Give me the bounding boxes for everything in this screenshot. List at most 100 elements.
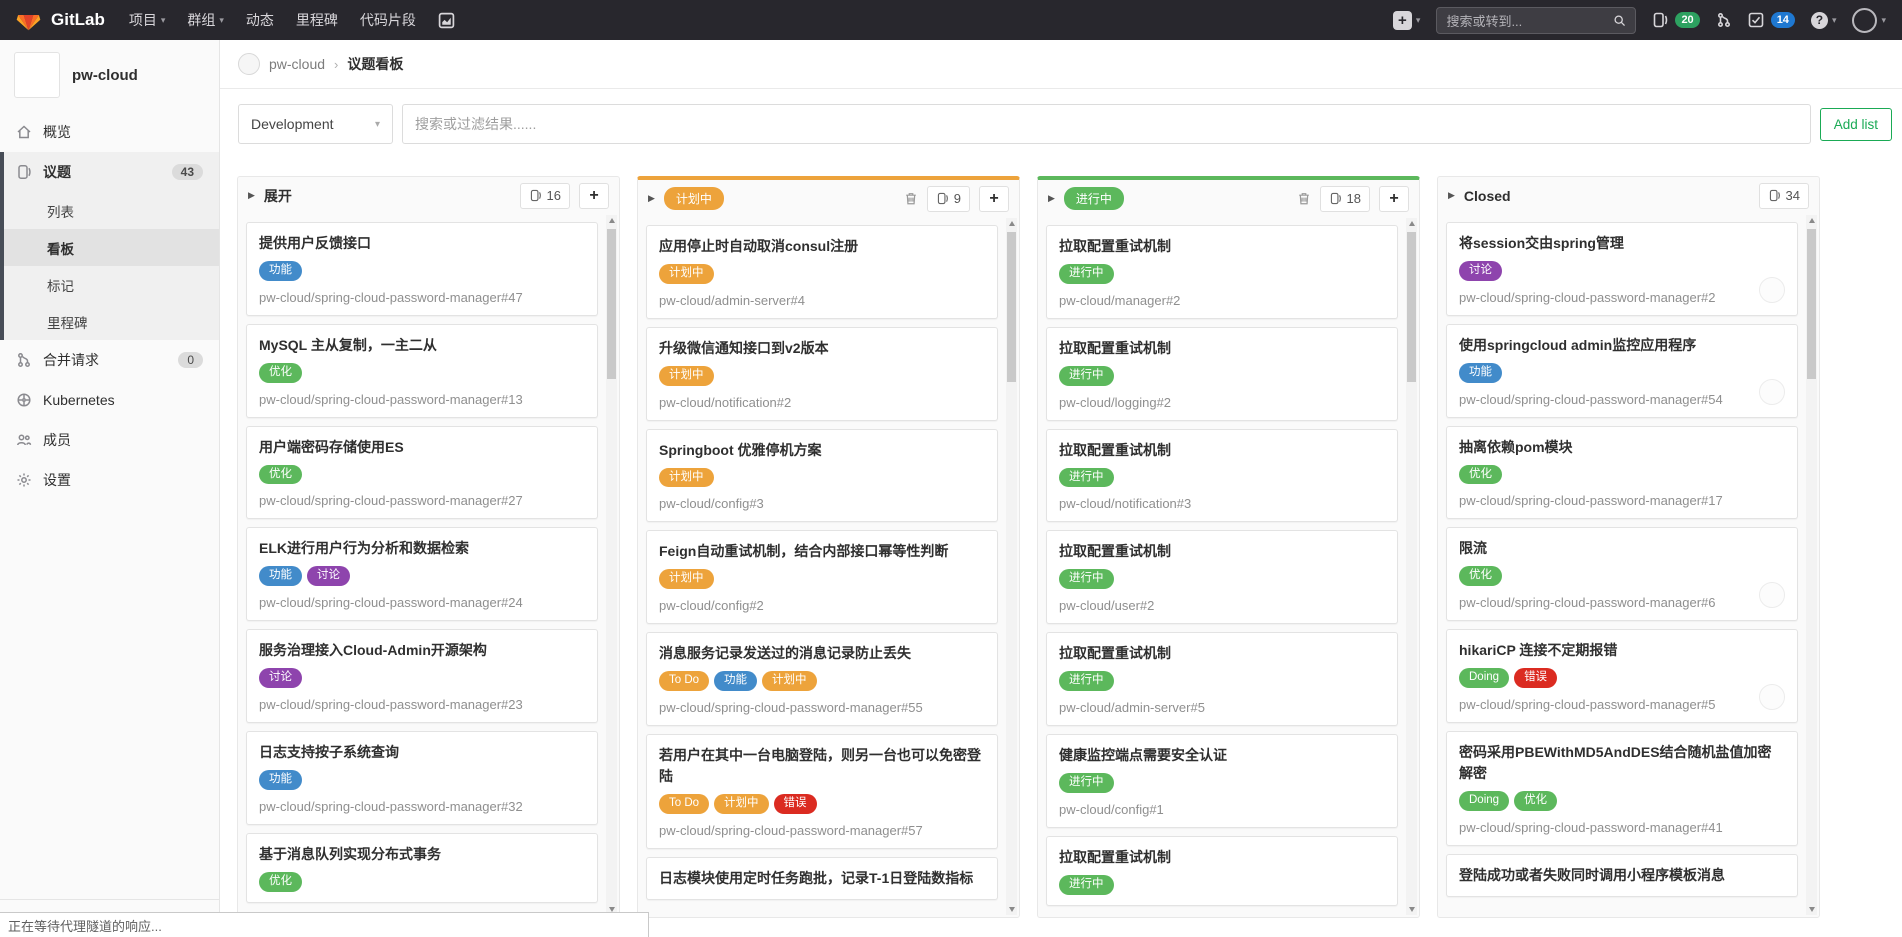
- global-search-input[interactable]: 搜索或转到...: [1436, 7, 1636, 34]
- board-card[interactable]: 服务治理接入Cloud-Admin开源架构 讨论 pw-cloud/spring…: [246, 629, 598, 723]
- card-assignee-avatar[interactable]: [1759, 277, 1785, 303]
- card-label[interactable]: 进行中: [1059, 366, 1114, 386]
- card-label[interactable]: 进行中: [1059, 264, 1114, 284]
- scroll-down-icon[interactable]: [1006, 904, 1017, 915]
- add-issue-button[interactable]: +: [1379, 186, 1409, 212]
- project-header[interactable]: pw-cloud: [0, 40, 219, 112]
- board-card[interactable]: 拉取配置重试机制 进行中: [1046, 836, 1398, 906]
- board-card[interactable]: Springboot 优雅停机方案 计划中 pw-cloud/config#3: [646, 429, 998, 523]
- scroll-up-icon[interactable]: [606, 215, 617, 226]
- breadcrumb-project-link[interactable]: pw-cloud: [269, 56, 325, 72]
- board-card[interactable]: 抽离依赖pom模块 优化 pw-cloud/spring-cloud-passw…: [1446, 426, 1798, 520]
- scroll-down-icon[interactable]: [1406, 904, 1417, 915]
- card-label[interactable]: 功能: [1459, 363, 1502, 383]
- board-card[interactable]: 健康监控端点需要安全认证 进行中 pw-cloud/config#1: [1046, 734, 1398, 828]
- board-card[interactable]: 密码采用PBEWithMD5AndDES结合随机盐值加密解密 Doing优化 p…: [1446, 731, 1798, 846]
- board-card[interactable]: 应用停止时自动取消consul注册 计划中 pw-cloud/admin-ser…: [646, 225, 998, 319]
- card-label[interactable]: 进行中: [1059, 773, 1114, 793]
- collapse-column-icon[interactable]: ▶: [1048, 193, 1055, 204]
- sidebar-item-milestones[interactable]: 里程碑: [4, 303, 219, 340]
- scrollbar-thumb[interactable]: [1007, 232, 1016, 382]
- scroll-down-icon[interactable]: [1806, 904, 1817, 915]
- nav-snippets[interactable]: 代码片段: [360, 10, 416, 30]
- board-card[interactable]: 拉取配置重试机制 进行中 pw-cloud/logging#2: [1046, 327, 1398, 421]
- card-label[interactable]: 错误: [1514, 668, 1557, 688]
- scroll-up-icon[interactable]: [1406, 218, 1417, 229]
- charts-icon[interactable]: [438, 12, 455, 29]
- board-card[interactable]: 拉取配置重试机制 进行中 pw-cloud/manager#2: [1046, 225, 1398, 319]
- board-card[interactable]: 日志模块使用定时任务跑批，记录T-1日登陆数指标: [646, 857, 998, 900]
- new-menu-button[interactable]: + ▾: [1393, 11, 1421, 30]
- card-label[interactable]: 功能: [714, 671, 757, 691]
- collapse-column-icon[interactable]: ▶: [1448, 190, 1455, 201]
- card-label[interactable]: To Do: [659, 671, 709, 691]
- card-label[interactable]: 进行中: [1059, 468, 1114, 488]
- board-card[interactable]: 升级微信通知接口到v2版本 计划中 pw-cloud/notification#…: [646, 327, 998, 421]
- sidebar-item-settings[interactable]: 设置: [0, 460, 219, 500]
- card-label[interactable]: 计划中: [659, 264, 714, 284]
- column-scrollbar[interactable]: [1406, 218, 1417, 915]
- sidebar-item-issue-list[interactable]: 列表: [4, 192, 219, 229]
- navbar-issues-button[interactable]: 20: [1652, 12, 1699, 28]
- card-label[interactable]: 进行中: [1059, 875, 1114, 895]
- card-label[interactable]: 计划中: [762, 671, 817, 691]
- card-label[interactable]: 功能: [259, 566, 302, 586]
- scrollbar-thumb[interactable]: [1407, 232, 1416, 382]
- nav-groups[interactable]: 群组 ▾: [187, 10, 224, 30]
- navbar-merge-requests-button[interactable]: [1716, 12, 1732, 28]
- board-card[interactable]: 提供用户反馈接口 功能 pw-cloud/spring-cloud-passwo…: [246, 222, 598, 316]
- card-label[interactable]: 错误: [774, 794, 817, 814]
- sidebar-item-kubernetes[interactable]: Kubernetes: [0, 380, 219, 420]
- scroll-up-icon[interactable]: [1006, 218, 1017, 229]
- card-label[interactable]: 讨论: [259, 668, 302, 688]
- card-label[interactable]: 计划中: [659, 468, 714, 488]
- card-label[interactable]: Doing: [1459, 791, 1509, 811]
- collapse-column-icon[interactable]: ▶: [648, 193, 655, 204]
- scrollbar-thumb[interactable]: [1807, 229, 1816, 379]
- add-list-button[interactable]: Add list: [1820, 108, 1892, 141]
- collapse-column-icon[interactable]: ▶: [248, 190, 255, 201]
- board-card[interactable]: 基于消息队列实现分布式事务 优化: [246, 833, 598, 903]
- board-card[interactable]: 使用springcloud admin监控应用程序 功能 pw-cloud/sp…: [1446, 324, 1798, 418]
- gitlab-logo-icon[interactable]: [16, 8, 41, 33]
- nav-projects[interactable]: 项目 ▾: [129, 10, 166, 30]
- board-card[interactable]: ELK进行用户行为分析和数据检索 功能讨论 pw-cloud/spring-cl…: [246, 527, 598, 621]
- card-label[interactable]: 功能: [259, 770, 302, 790]
- board-card[interactable]: 用户端密码存储使用ES 优化 pw-cloud/spring-cloud-pas…: [246, 426, 598, 520]
- board-card[interactable]: 登陆成功或者失败同时调用小程序模板消息: [1446, 854, 1798, 897]
- card-label[interactable]: 优化: [1459, 566, 1502, 586]
- card-assignee-avatar[interactable]: [1759, 379, 1785, 405]
- nav-activity[interactable]: 动态: [246, 10, 274, 30]
- column-scrollbar[interactable]: [1006, 218, 1017, 915]
- card-label[interactable]: 讨论: [1459, 261, 1502, 281]
- scrollbar-thumb[interactable]: [607, 229, 616, 379]
- board-filter-input[interactable]: [402, 104, 1811, 144]
- card-assignee-avatar[interactable]: [1759, 684, 1785, 710]
- delete-list-icon[interactable]: [1297, 191, 1311, 206]
- card-label[interactable]: To Do: [659, 794, 709, 814]
- board-card[interactable]: Feign自动重试机制，结合内部接口幂等性判断 计划中 pw-cloud/con…: [646, 530, 998, 624]
- card-label[interactable]: 计划中: [659, 569, 714, 589]
- board-card[interactable]: 限流 优化 pw-cloud/spring-cloud-password-man…: [1446, 527, 1798, 621]
- add-issue-button[interactable]: +: [579, 183, 609, 209]
- scroll-up-icon[interactable]: [1806, 215, 1817, 226]
- board-card[interactable]: MySQL 主从复制，一主二从 优化 pw-cloud/spring-cloud…: [246, 324, 598, 418]
- navbar-todos-button[interactable]: 14: [1748, 12, 1795, 28]
- sidebar-item-issues[interactable]: 议题 43: [4, 152, 219, 192]
- column-scrollbar[interactable]: [606, 215, 617, 915]
- card-label[interactable]: 功能: [259, 261, 302, 281]
- add-issue-button[interactable]: +: [979, 186, 1009, 212]
- board-card[interactable]: 拉取配置重试机制 进行中 pw-cloud/notification#3: [1046, 429, 1398, 523]
- board-card[interactable]: 拉取配置重试机制 进行中 pw-cloud/admin-server#5: [1046, 632, 1398, 726]
- card-label[interactable]: 优化: [259, 363, 302, 383]
- sidebar-item-issue-board[interactable]: 看板: [4, 229, 219, 266]
- card-label[interactable]: 优化: [1459, 465, 1502, 485]
- card-label[interactable]: 优化: [259, 465, 302, 485]
- user-menu-button[interactable]: ▾: [1852, 8, 1886, 33]
- card-label[interactable]: 优化: [259, 872, 302, 892]
- board-card[interactable]: 消息服务记录发送过的消息记录防止丢失 To Do功能计划中 pw-cloud/s…: [646, 632, 998, 726]
- sidebar-item-labels[interactable]: 标记: [4, 266, 219, 303]
- card-label[interactable]: 进行中: [1059, 569, 1114, 589]
- card-label[interactable]: 进行中: [1059, 671, 1114, 691]
- card-label[interactable]: Doing: [1459, 668, 1509, 688]
